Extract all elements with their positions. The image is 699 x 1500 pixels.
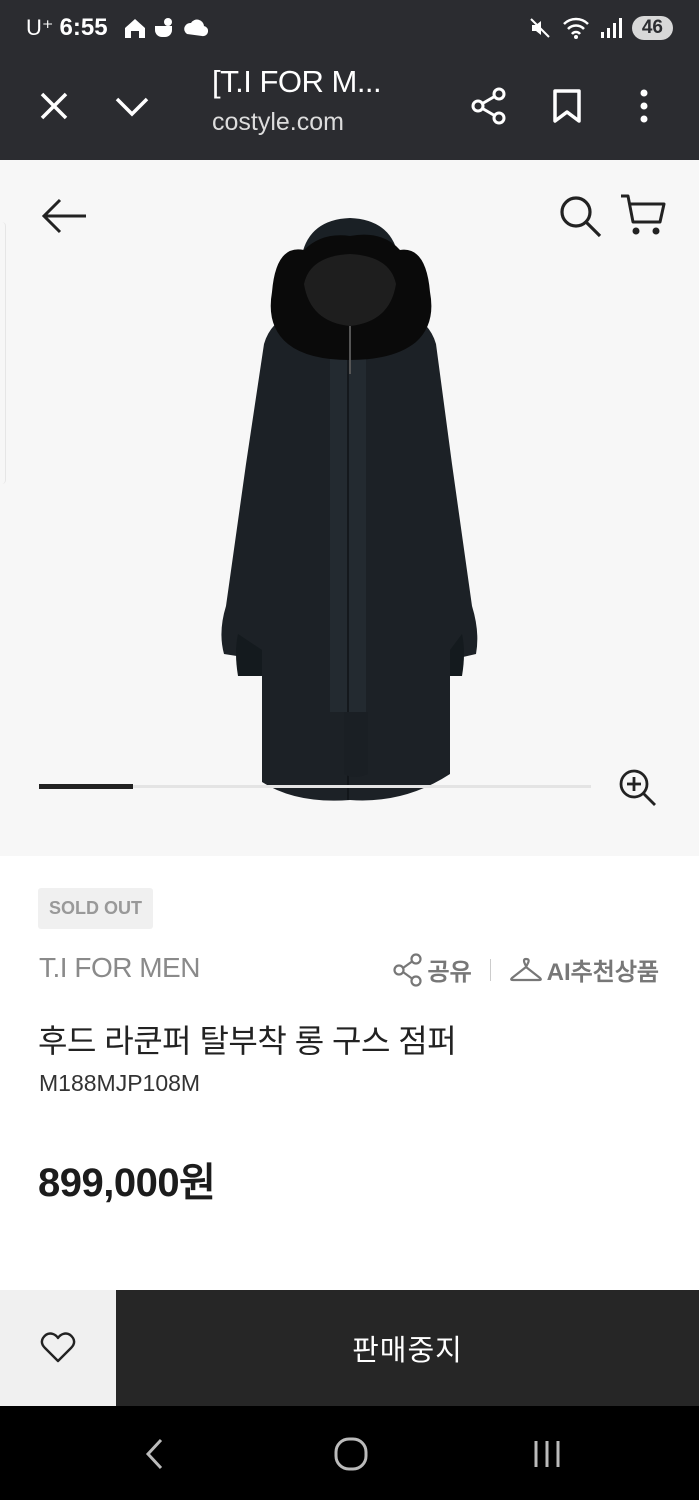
more-options-button[interactable]	[620, 82, 668, 130]
ai-recommend-label: AI추천상품	[546, 959, 659, 986]
status-right: 46	[528, 16, 673, 40]
nav-home-button[interactable]	[326, 1432, 376, 1476]
wishlist-button[interactable]	[0, 1290, 116, 1406]
product-code: M188MJP108M	[39, 1070, 201, 1096]
weather-icon	[183, 19, 208, 37]
gallery-progress-fill	[39, 784, 133, 789]
heart-icon	[40, 1332, 76, 1363]
zoom-in-icon	[619, 769, 656, 806]
hanger-icon	[509, 957, 542, 981]
status-left: U⁺ 6:55	[26, 14, 208, 42]
page-title: [T.I FOR M...	[212, 64, 382, 99]
search-icon	[560, 196, 602, 238]
arrow-left-icon	[41, 198, 86, 234]
status-bar: U⁺ 6:55 46	[0, 0, 699, 60]
bookmark-button[interactable]	[543, 82, 591, 130]
page-content: SOLD OUT T.I FOR MEN 공유 AI추천상품 후드 라쿤퍼 탈부…	[0, 160, 699, 1290]
gallery-progress	[39, 784, 591, 789]
nav-recents-icon	[534, 1441, 560, 1467]
cart-button[interactable]	[618, 190, 668, 240]
close-icon	[40, 92, 68, 120]
search-button[interactable]	[556, 192, 604, 240]
notification-icons	[122, 16, 208, 40]
side-panel-handle[interactable]	[0, 222, 6, 484]
minimize-button[interactable]	[108, 82, 156, 130]
signal-icon	[600, 18, 622, 38]
share-icon	[392, 952, 422, 987]
nav-home-icon	[334, 1437, 368, 1471]
sold-out-badge: SOLD OUT	[38, 888, 153, 929]
page-url: costyle.com	[212, 108, 344, 136]
share-label: 공유	[427, 959, 472, 986]
action-divider	[489, 958, 491, 981]
nav-recents-button[interactable]	[522, 1432, 572, 1476]
page-title-block[interactable]: [T.I FOR M... costyle.com	[212, 64, 442, 137]
bookmark-icon	[553, 89, 581, 123]
nav-back-icon	[145, 1438, 163, 1470]
product-share-button[interactable]: 공유	[392, 952, 472, 987]
close-button[interactable]	[30, 82, 78, 130]
sale-stopped-button[interactable]: 판매중지	[116, 1290, 699, 1406]
more-vertical-icon	[640, 89, 648, 123]
product-actions: 공유 AI추천상품	[392, 952, 659, 987]
ai-recommend-button[interactable]: AI추천상품	[509, 952, 659, 987]
clock: 6:55	[59, 14, 108, 41]
wifi-icon	[562, 17, 589, 39]
chevron-down-icon	[115, 97, 149, 117]
cup-icon	[154, 18, 172, 37]
browser-toolbar: [T.I FOR M... costyle.com	[0, 60, 699, 160]
system-nav-bar	[0, 1406, 699, 1500]
nav-back-button[interactable]	[130, 1432, 180, 1476]
back-button[interactable]	[38, 190, 90, 242]
product-price: 899,000원	[38, 1161, 216, 1205]
brand-link[interactable]: T.I FOR MEN	[39, 952, 200, 984]
product-gallery[interactable]	[0, 160, 699, 856]
bottom-action-bar: 판매중지	[0, 1290, 699, 1406]
share-button[interactable]	[465, 82, 513, 130]
zoom-button[interactable]	[616, 766, 658, 808]
share-icon	[471, 87, 506, 125]
battery-indicator: 46	[631, 16, 673, 40]
product-image	[221, 218, 478, 801]
product-name: 후드 라쿤퍼 탈부착 롱 구스 점퍼	[38, 1023, 457, 1059]
home-icon	[124, 19, 145, 38]
cart-icon	[621, 194, 666, 235]
mute-icon	[530, 18, 550, 38]
carrier-label: U⁺	[26, 15, 54, 40]
